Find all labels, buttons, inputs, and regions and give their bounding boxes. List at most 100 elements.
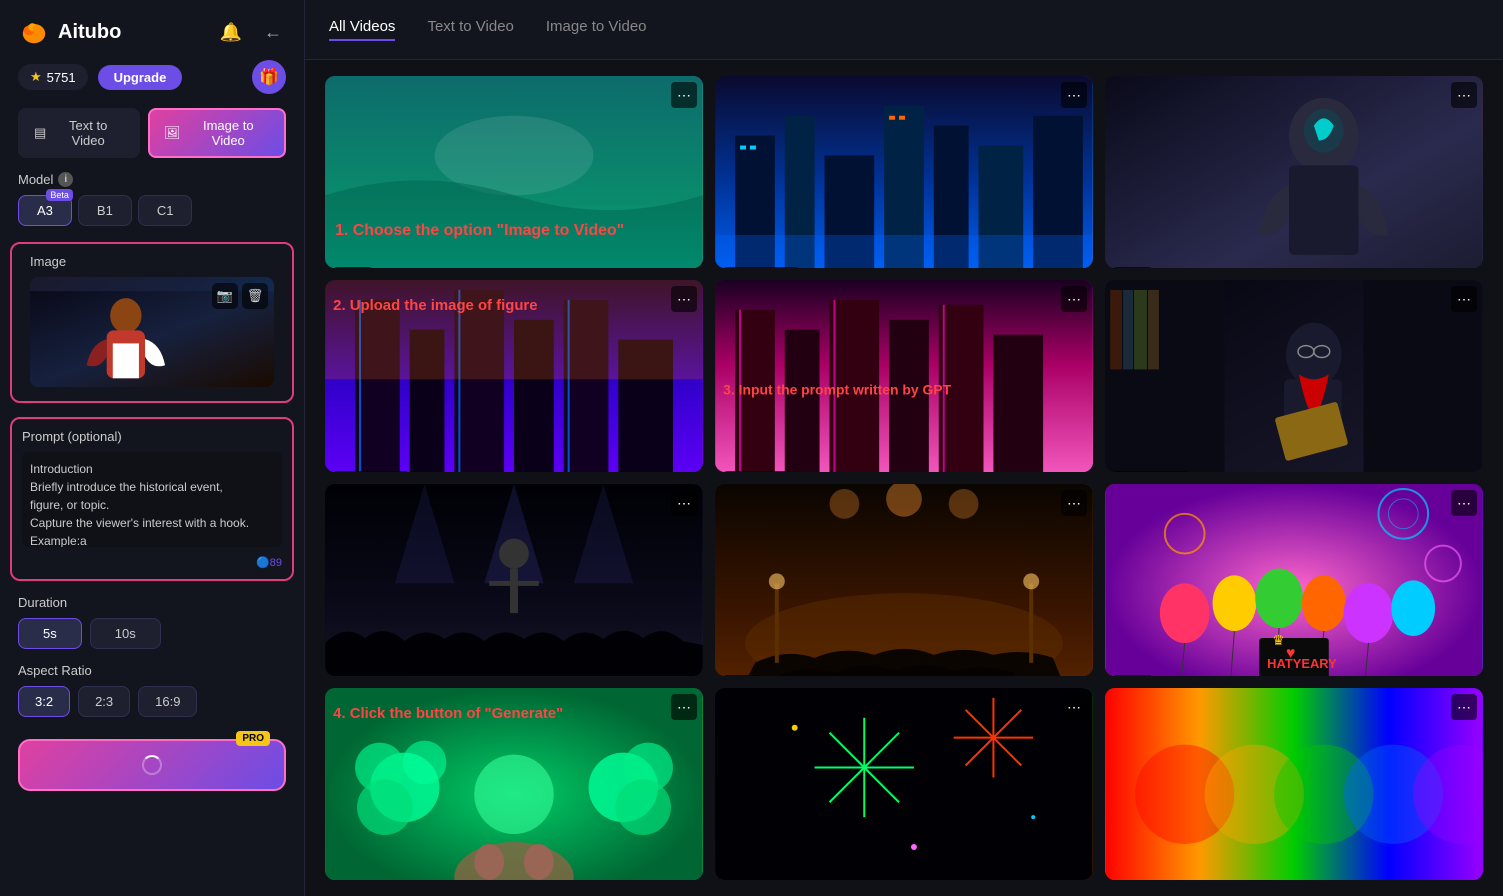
video-thumbnail: 00:00 / 00:05 ⋯ bbox=[715, 76, 1093, 268]
image-to-video-icon: 🖼 bbox=[164, 125, 181, 141]
video-time: 00:04 bbox=[1113, 675, 1153, 676]
svg-text:4. Click the button of "Genera: 4. Click the button of "Generate" bbox=[333, 706, 563, 722]
video-card[interactable]: 00:00 / 00:04 ⋯ bbox=[325, 484, 703, 676]
model-c1-button[interactable]: C1 bbox=[138, 195, 193, 226]
video-menu-button[interactable]: ⋯ bbox=[1451, 286, 1477, 312]
image-action-buttons: 📷 🗑 bbox=[212, 283, 268, 309]
gift-button[interactable]: 🎁 bbox=[252, 60, 286, 94]
video-time: 00:05 bbox=[1113, 267, 1153, 268]
mode-buttons: ▤ Text to Video 🖼 Image to Video bbox=[0, 108, 304, 172]
video-card[interactable]: HATYEARY ♥ ♛ 00:04 ⋯ bbox=[1105, 484, 1483, 676]
thumbnail-image bbox=[715, 484, 1093, 676]
video-thumbnail: 3. Input the prompt written by GPT 00:00… bbox=[715, 280, 1093, 472]
svg-text:3. Input the prompt written by: 3. Input the prompt written by GPT bbox=[723, 381, 951, 397]
image-upload-area[interactable]: 📷 🗑 bbox=[30, 277, 274, 387]
video-card[interactable]: 2. Upload the image of figure 00:00 / 00… bbox=[325, 280, 703, 472]
video-menu-button[interactable]: ⋯ bbox=[1061, 694, 1087, 720]
upgrade-button[interactable]: Upgrade bbox=[98, 65, 183, 90]
video-menu-button[interactable]: ⋯ bbox=[671, 286, 697, 312]
logo-area: Aitubo bbox=[18, 16, 121, 48]
video-time: 00:00 / 00:04 bbox=[1113, 471, 1189, 472]
model-info-icon: i bbox=[58, 172, 73, 187]
colorful-visual bbox=[1105, 688, 1483, 880]
video-card[interactable]: 00:00 / 00:05 ⋯ bbox=[715, 76, 1093, 268]
loading-spinner bbox=[142, 755, 162, 775]
video-time: 00:00 / 00:04 bbox=[333, 675, 409, 676]
tab-image-to-video[interactable]: Image to Video bbox=[546, 18, 647, 41]
video-menu-button[interactable]: ⋯ bbox=[1451, 694, 1477, 720]
thumbnail-image: 1. Choose the option "Image to Video" bbox=[325, 76, 703, 268]
video-card[interactable]: 00:05 ⋯ bbox=[1105, 76, 1483, 268]
aspect-2-3-button[interactable]: 2:3 bbox=[78, 686, 130, 717]
notification-button[interactable]: 🔔 bbox=[216, 18, 246, 47]
video-thumbnail: 2. Upload the image of figure 00:00 / 00… bbox=[325, 280, 703, 472]
sidebar-header: Aitubo 🔔 ← bbox=[0, 0, 304, 60]
generate-button[interactable]: PRO bbox=[18, 739, 286, 791]
video-thumbnail: 00:00 / 00:04 ⋯ bbox=[1105, 280, 1483, 472]
thumbnail-image: 4. Click the button of "Generate" bbox=[325, 688, 703, 880]
image-to-video-button[interactable]: 🖼 Image to Video bbox=[148, 108, 286, 158]
svg-text:♥: ♥ bbox=[1286, 645, 1295, 662]
video-thumbnail: 00:04 ⋯ bbox=[715, 484, 1093, 676]
model-a3-button[interactable]: A3 Beta bbox=[18, 195, 72, 226]
video-menu-button[interactable]: ⋯ bbox=[671, 490, 697, 516]
beta-badge: Beta bbox=[46, 189, 73, 201]
svg-text:2. Upload the image of figure: 2. Upload the image of figure bbox=[333, 298, 537, 314]
video-menu-button[interactable]: ⋯ bbox=[671, 82, 697, 108]
warrior-visual bbox=[1105, 76, 1483, 268]
image-delete-button[interactable]: 🗑 bbox=[242, 283, 268, 309]
video-menu-button[interactable]: ⋯ bbox=[1061, 286, 1087, 312]
video-card[interactable]: 3. Input the prompt written by GPT 00:00… bbox=[715, 280, 1093, 472]
back-button[interactable]: ← bbox=[260, 18, 286, 47]
aspect-3-2-button[interactable]: 3:2 bbox=[18, 686, 70, 717]
video-card[interactable]: 4. Click the button of "Generate" ⋯ bbox=[325, 688, 703, 880]
text-to-video-label: Text to Video bbox=[52, 118, 124, 148]
svg-text:1. Choose the option "Image to: 1. Choose the option "Image to Video" bbox=[335, 222, 624, 239]
video-card[interactable]: 1. Choose the option "Image to Video" 00… bbox=[325, 76, 703, 268]
video-menu-button[interactable]: ⋯ bbox=[1061, 490, 1087, 516]
thumbnail-image bbox=[715, 688, 1093, 880]
image-section: Image bbox=[10, 242, 294, 403]
video-time: 00:00 / 00:05 bbox=[723, 471, 799, 472]
char-count: 🔵89 bbox=[22, 556, 282, 569]
image-camera-button[interactable]: 📷 bbox=[212, 283, 238, 309]
svg-text:HATYEARY: HATYEARY bbox=[1267, 656, 1337, 671]
text-to-video-button[interactable]: ▤ Text to Video bbox=[18, 108, 140, 158]
thumbnail-image: 3. Input the prompt written by GPT bbox=[715, 280, 1093, 472]
video-menu-button[interactable]: ⋯ bbox=[1451, 490, 1477, 516]
thumbnail-image bbox=[1105, 76, 1483, 268]
video-menu-button[interactable]: ⋯ bbox=[1451, 82, 1477, 108]
model-buttons: A3 Beta B1 C1 bbox=[0, 195, 304, 242]
prompt-label: Prompt (optional) bbox=[22, 429, 282, 444]
thumbnail-image bbox=[325, 484, 703, 676]
video-menu-button[interactable]: ⋯ bbox=[671, 694, 697, 720]
text-to-video-icon: ▤ bbox=[34, 125, 46, 141]
pro-badge: PRO bbox=[236, 731, 270, 746]
thumbnail-image: HATYEARY ♥ ♛ bbox=[1105, 484, 1483, 676]
video-card[interactable]: 00:00 / 00:04 ⋯ bbox=[1105, 280, 1483, 472]
duration-5s-button[interactable]: 5s bbox=[18, 618, 82, 649]
video-thumbnail: 00:00 / 00:04 ⋯ bbox=[325, 484, 703, 676]
video-time: 00:04 bbox=[723, 675, 763, 676]
duration-label: Duration bbox=[18, 595, 286, 610]
video-menu-button[interactable]: ⋯ bbox=[1061, 82, 1087, 108]
app-name: Aitubo bbox=[58, 21, 121, 44]
video-card[interactable]: 00:04 ⋯ bbox=[715, 484, 1093, 676]
main-content: All Videos Text to Video Image to Video bbox=[305, 0, 1503, 896]
tab-all-videos[interactable]: All Videos bbox=[329, 18, 395, 41]
video-time: 00:00 / 00:05 bbox=[333, 471, 409, 472]
video-time: 00:05 bbox=[333, 267, 373, 268]
prompt-textarea[interactable]: Introduction Briefly introduce the histo… bbox=[22, 452, 282, 547]
logo-icon bbox=[18, 16, 50, 48]
duration-10s-button[interactable]: 10s bbox=[90, 618, 161, 649]
star-icon: ★ bbox=[30, 69, 42, 85]
video-card[interactable]: ⋯ bbox=[715, 688, 1093, 880]
model-b1-button[interactable]: B1 bbox=[78, 195, 132, 226]
aspect-buttons: 3:2 2:3 16:9 bbox=[18, 686, 286, 717]
underwater-visual: 1. Choose the option "Image to Video" bbox=[325, 76, 703, 268]
tab-text-to-video[interactable]: Text to Video bbox=[427, 18, 513, 41]
aspect-section: Aspect Ratio 3:2 2:3 16:9 bbox=[0, 663, 304, 731]
video-card[interactable]: ⋯ bbox=[1105, 688, 1483, 880]
aspect-16-9-button[interactable]: 16:9 bbox=[138, 686, 197, 717]
city-night-visual bbox=[715, 76, 1093, 268]
